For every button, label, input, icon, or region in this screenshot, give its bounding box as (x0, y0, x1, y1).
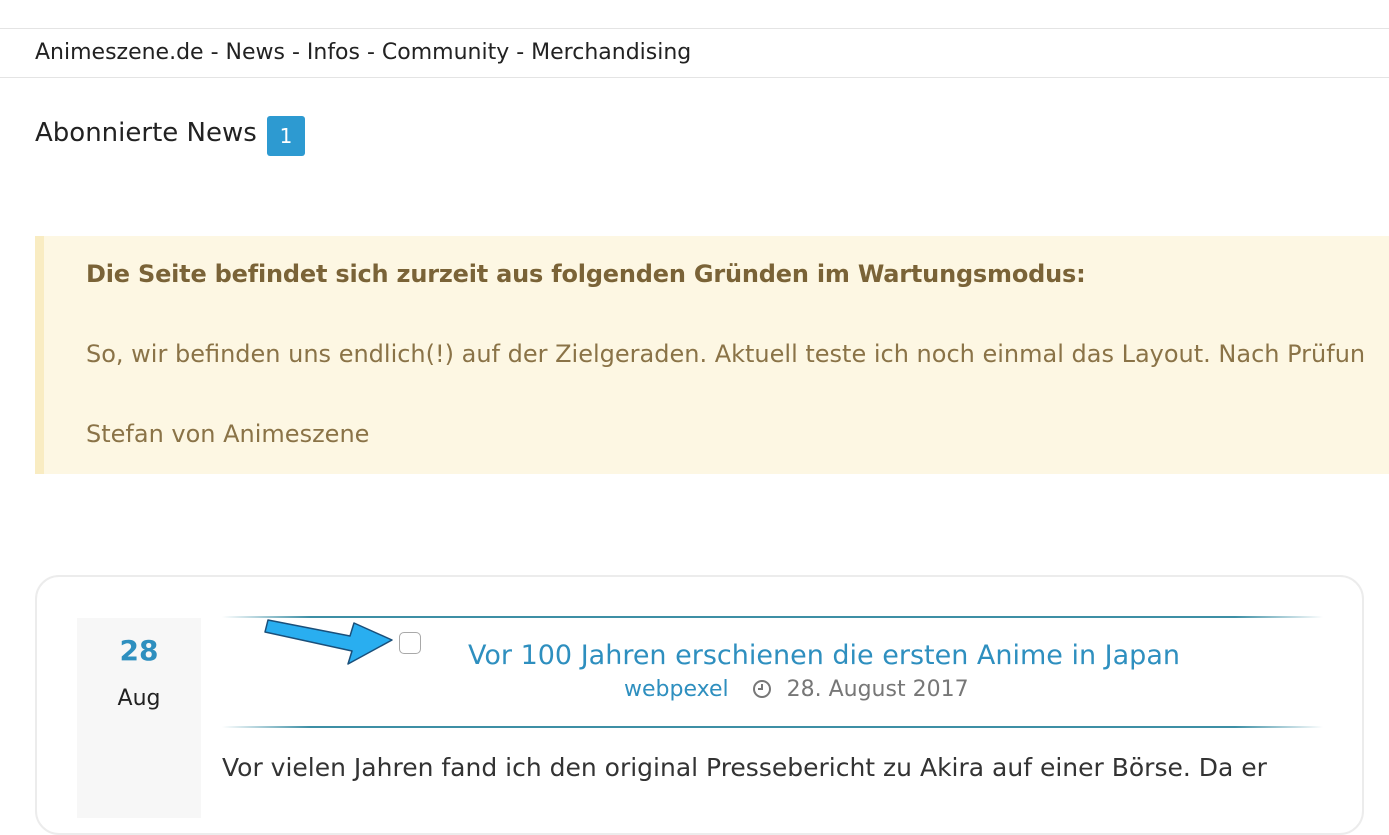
notice-text: So, wir befinden uns endlich(!) auf der … (86, 340, 1366, 368)
notice-title: Die Seite befindet sich zurzeit aus folg… (86, 260, 1086, 288)
date-box: 28 Aug (77, 618, 201, 818)
date-month: Aug (117, 686, 161, 711)
site-header: Animeszene.de - News - Infos - Community… (0, 29, 1389, 78)
news-title-link[interactable]: Vor 100 Jahren erschienen die ersten Ani… (468, 640, 1180, 671)
count-badge: 1 (267, 116, 305, 156)
site-title-link[interactable]: Animeszene.de - News - Infos - Community… (35, 40, 691, 65)
notice-signature: Stefan von Animeszene (86, 420, 370, 448)
publish-date: 28. August 2017 (786, 677, 969, 702)
author-link[interactable]: webpexel (624, 677, 729, 702)
title-bottom-divider (222, 726, 1323, 728)
subscribe-checkbox[interactable] (399, 632, 421, 654)
news-meta: webpexel 28. August 2017 (624, 677, 969, 705)
arrow-annotation-icon (264, 619, 393, 665)
date-day: 28 (119, 634, 159, 667)
news-excerpt: Vor vielen Jahren fand ich den original … (222, 753, 1267, 782)
top-bar (0, 0, 1389, 29)
clock-icon (752, 680, 771, 698)
news-card (35, 575, 1364, 835)
page-title: Abonnierte News (35, 118, 257, 148)
maintenance-notice: Die Seite befindet sich zurzeit aus folg… (35, 236, 1389, 474)
